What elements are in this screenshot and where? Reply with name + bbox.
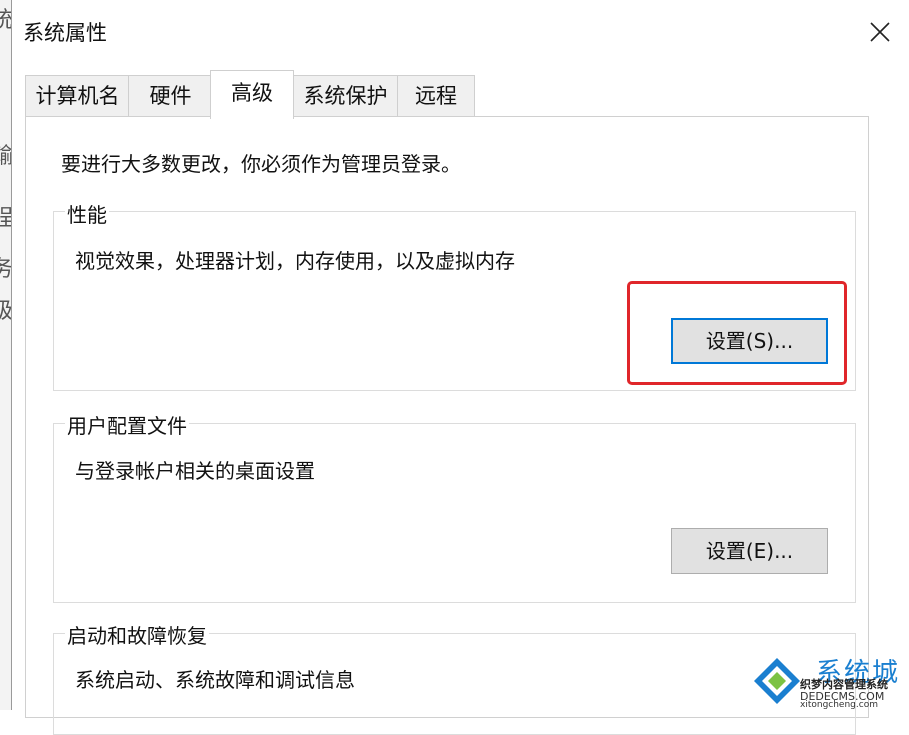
user-profiles-group: [53, 423, 856, 603]
user-profiles-group-title: 用户配置文件: [65, 410, 189, 439]
background-glyph: 輸: [0, 138, 11, 170]
tab-advanced[interactable]: 高级: [210, 70, 294, 119]
startup-recovery-description: 系统启动、系统故障和调试信息: [75, 668, 355, 692]
performance-description: 视觉效果，处理器计划，内存使用，以及虚拟内存: [75, 249, 515, 273]
background-window-edge: 统 輸 程 务 级: [0, 0, 11, 710]
admin-note: 要进行大多数更改，你必须作为管理员登录。: [61, 152, 461, 176]
user-profiles-settings-button[interactable]: 设置(E)...: [671, 528, 828, 574]
system-properties-dialog: 系统属性 计算机名 硬件 高级 系统保护 远程 要进行大多数更改，你必须作为管理…: [11, 0, 909, 735]
tab-strip: 计算机名 硬件 高级 系统保护 远程: [12, 62, 909, 119]
performance-group-title: 性能: [65, 199, 109, 228]
diamond-logo-icon: [754, 658, 800, 704]
tab-hardware[interactable]: 硬件: [128, 75, 213, 116]
tab-computer-name[interactable]: 计算机名: [25, 75, 130, 116]
startup-recovery-group-title: 启动和故障恢复: [65, 620, 209, 649]
window-title: 系统属性: [23, 21, 107, 45]
title-bar[interactable]: 系统属性: [12, 0, 909, 62]
background-glyph: 务: [0, 251, 11, 283]
close-button[interactable]: [852, 10, 908, 54]
tab-remote[interactable]: 远程: [397, 75, 475, 116]
background-glyph: 级: [0, 293, 11, 325]
close-icon: [870, 22, 890, 42]
user-profiles-description: 与登录帐户相关的桌面设置: [75, 459, 315, 483]
watermark-line3: xitongcheng.com: [800, 700, 878, 710]
background-glyph: 统: [0, 2, 11, 34]
annotation-highlight-box: [627, 281, 847, 385]
background-glyph: 程: [0, 200, 11, 232]
tab-system-protection[interactable]: 系统保护: [292, 75, 399, 116]
watermark-logo: 系统城 织梦内容管理系统 DEDECMS.COM xitongcheng.com: [748, 652, 909, 710]
